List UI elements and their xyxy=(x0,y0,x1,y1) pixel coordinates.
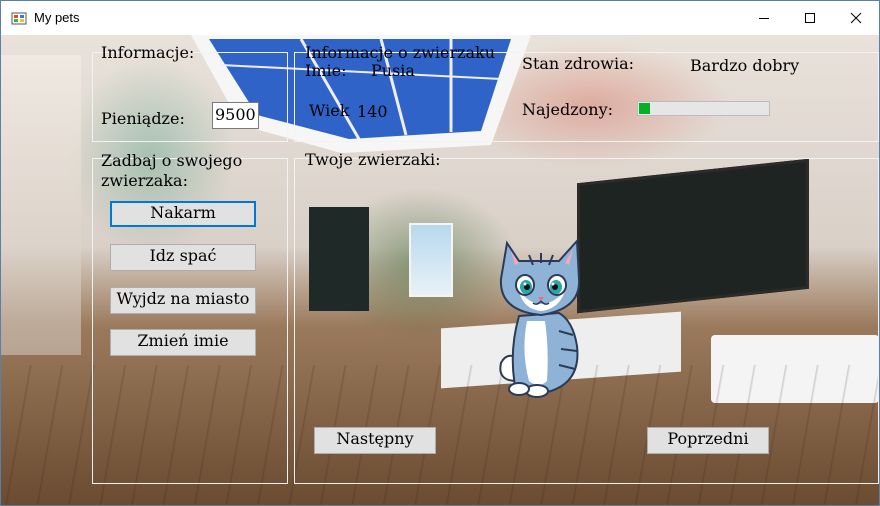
next-button[interactable]: Następny xyxy=(314,427,436,454)
minimize-icon xyxy=(759,18,769,19)
prev-button[interactable]: Poprzedni xyxy=(647,427,769,454)
fed-progress-fill xyxy=(639,103,651,114)
money-field[interactable]: 9500 xyxy=(212,102,259,129)
app-window: My pets Informacje: Pieniądze: 9500 Info… xyxy=(0,0,880,506)
pet-info-group-label: Informacje o zwierzaku xyxy=(305,43,496,62)
age-label: Wiek xyxy=(309,101,350,120)
close-button[interactable] xyxy=(833,1,879,35)
background-wall xyxy=(1,55,81,355)
name-value: Pusia xyxy=(371,61,415,80)
app-icon xyxy=(11,10,27,26)
client-area: Informacje: Pieniądze: 9500 Informacje o… xyxy=(1,35,879,505)
maximize-button[interactable] xyxy=(787,1,833,35)
pets-group-label: Twoje zwierzaki: xyxy=(305,150,441,169)
care-group-label: Zadbaj o swojego zwierzaka: xyxy=(101,151,242,191)
name-label: Imie: xyxy=(305,61,347,80)
pet-cat-image xyxy=(499,238,581,398)
money-label: Pieniądze: xyxy=(101,109,185,128)
health-value: Bardzo dobry xyxy=(690,56,800,75)
rename-button[interactable]: Zmień imie xyxy=(110,329,256,356)
window-title: My pets xyxy=(34,10,80,25)
age-value: 140 xyxy=(357,102,388,121)
fed-progress-bar xyxy=(637,101,770,116)
title-bar[interactable]: My pets xyxy=(1,1,879,35)
care-group-label-line1: Zadbaj o swojego xyxy=(101,151,243,170)
sleep-button[interactable]: Idz spać xyxy=(110,244,256,271)
feed-button[interactable]: Nakarm xyxy=(110,201,256,227)
minimize-button[interactable] xyxy=(741,1,787,35)
care-group-label-line2: zwierzaka: xyxy=(101,171,188,190)
health-label: Stan zdrowia: xyxy=(522,54,635,73)
info-group-label: Informacje: xyxy=(101,43,195,62)
close-icon xyxy=(850,12,862,24)
fed-label: Najedzony: xyxy=(522,100,614,119)
maximize-icon xyxy=(805,13,815,23)
go-out-button[interactable]: Wyjdz na miasto xyxy=(110,287,256,314)
